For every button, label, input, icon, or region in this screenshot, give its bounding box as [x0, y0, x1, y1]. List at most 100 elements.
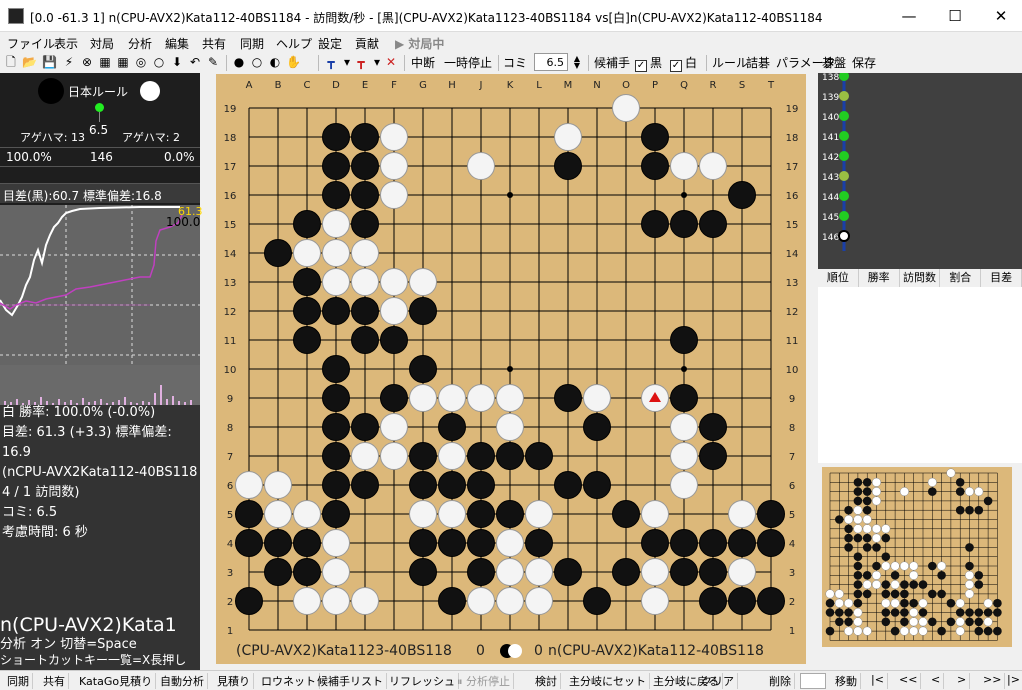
katago-icon[interactable]: ⊗ [80, 55, 94, 69]
window-title: [0.0 -61.3 1] n(CPU-AVX2)Kata112-40BS118… [30, 11, 823, 25]
forward-many-button[interactable]: >> [980, 673, 1006, 689]
move-button[interactable]: 移動 [832, 673, 861, 689]
arrow-down-icon[interactable]: ⬇ [170, 55, 184, 69]
share-button[interactable]: 共有 [40, 673, 69, 689]
menu-view[interactable]: 表示 [54, 35, 78, 52]
white-stone [467, 384, 495, 412]
new-file-icon[interactable]: 🗋 [4, 55, 18, 69]
white-stone [438, 442, 466, 470]
set-main-branch-button[interactable]: 主分岐にセット [566, 673, 650, 689]
pen-icon[interactable]: ✎ [206, 55, 220, 69]
stop-analysis-button[interactable]: ⏸ 分析停止 [454, 673, 514, 689]
sync-button[interactable]: 同期 [4, 673, 33, 689]
back-many-button[interactable]: << [896, 673, 922, 689]
back-button[interactable]: < [928, 673, 945, 689]
hand-icon[interactable]: ✋ [286, 55, 301, 69]
mini-white-stone [937, 561, 947, 571]
board-svg[interactable]: A B C D E F G H J K L M N O P Q R S T19 1918 1817 1716 1615 151… [216, 74, 806, 664]
chart-icon[interactable]: ▦ [98, 55, 112, 69]
mini-black-stone [853, 580, 863, 589]
black-stone [322, 413, 350, 441]
first-button[interactable]: |< [868, 673, 888, 689]
tsumego-button[interactable]: 詰碁 [746, 54, 770, 71]
stone-mix-icon[interactable]: ◐ [268, 55, 282, 69]
candidate-table[interactable] [818, 287, 1022, 463]
black-stone [409, 558, 437, 586]
save-button[interactable]: 保存 [852, 54, 876, 71]
tab-rank[interactable]: 順位 [818, 269, 859, 287]
auto-analysis-button[interactable]: 自動分析 [157, 673, 208, 689]
interrupt-button[interactable]: 中断 [411, 54, 435, 71]
black-checkbox[interactable]: ✓ 黒 [632, 54, 662, 72]
rule-button[interactable]: ルール [712, 54, 748, 71]
candidate-list-button[interactable]: 候補手リスト [314, 673, 387, 689]
black-stone-icon[interactable]: ● [232, 55, 246, 69]
menu-contribute[interactable]: 貢献 [355, 35, 379, 52]
mini-black-stone [835, 515, 844, 524]
tab-winrate[interactable]: 勝率 [859, 269, 900, 287]
back-icon[interactable]: ↶ [188, 55, 202, 69]
info-komi: コミ: 6.5 [2, 505, 58, 520]
refresh-button[interactable]: リフレッシュ [386, 673, 459, 689]
estimate-button[interactable]: 見積り [214, 673, 254, 689]
right-panel: 138 139 140 141 142 143 144 145 146 順位 勝率 訪問数 割合… [818, 71, 1022, 463]
lightning-icon[interactable]: ⚡ [62, 55, 76, 69]
menu-game[interactable]: 対局 [90, 35, 114, 52]
mini-black-stone [853, 552, 863, 561]
black-stone [409, 355, 437, 383]
menu-file[interactable]: ファイル [7, 35, 55, 52]
menu-sync[interactable]: 同期 [240, 35, 264, 52]
minimize-button[interactable]: — [886, 0, 932, 32]
row-label: 5 [789, 510, 795, 521]
move-number-input[interactable] [800, 673, 826, 689]
menu-share[interactable]: 共有 [202, 35, 226, 52]
circle-icon[interactable]: ○ [152, 55, 166, 69]
white-checkbox[interactable]: ✓ 白 [667, 54, 697, 72]
mini-black-stone [983, 626, 993, 636]
cloud-icon[interactable]: ◎ [134, 55, 148, 69]
column-label: C [304, 80, 311, 91]
open-folder-icon[interactable]: 📂 [22, 55, 37, 69]
toolbar-divider [318, 55, 319, 71]
move-number: 144 [822, 193, 839, 203]
katago-estimate-button[interactable]: KataGo見積り [76, 673, 157, 689]
clear-button[interactable]: クリア [698, 673, 738, 689]
chart2-icon[interactable]: ▦ [116, 55, 130, 69]
move-tree-svg[interactable]: 138 139 140 141 142 143 144 145 146 [818, 71, 1022, 269]
close-button[interactable]: ✕ [978, 0, 1022, 32]
menu-help[interactable]: ヘルプ [276, 35, 312, 52]
chevron-down-icon[interactable]: ▾ [370, 55, 384, 69]
mini-white-stone [918, 626, 928, 636]
move-tree[interactable]: 138 139 140 141 142 143 144 145 146 [818, 71, 1022, 271]
white-stone [380, 181, 408, 209]
pause-button[interactable]: 一時停止 [444, 54, 492, 71]
menu-edit[interactable]: 編集 [165, 35, 189, 52]
tab-ratio[interactable]: 割合 [940, 269, 982, 287]
komi-input[interactable] [534, 53, 568, 71]
clear-mark-icon[interactable]: ✕ [384, 55, 398, 69]
last-button[interactable]: |> [1004, 673, 1022, 689]
menu-analysis[interactable]: 分析 [128, 35, 152, 52]
mini-black-stone [983, 496, 993, 506]
menu-settings[interactable]: 設定 [318, 35, 342, 52]
board-button[interactable]: 碁盤 [822, 54, 846, 71]
delete-button[interactable]: 削除 [766, 673, 795, 689]
go-board[interactable]: A B C D E F G H J K L M N O P Q R S T 19 19 18 18 17 17 16 16 15 15 1… [216, 74, 806, 664]
save-icon[interactable]: 💾 [42, 55, 57, 69]
review-button[interactable]: 検討 [532, 673, 561, 689]
tab-visits[interactable]: 訪問数 [900, 269, 941, 287]
black-stone [322, 384, 350, 412]
spinner-icon[interactable]: ▲ ▼ [570, 55, 584, 70]
row-label: 10 [786, 365, 799, 376]
black-stone [670, 558, 698, 586]
lownet-button[interactable]: ロウネット [258, 673, 320, 689]
red-mark-icon[interactable]: ┳ [354, 55, 368, 69]
white-stone-icon[interactable]: ○ [250, 55, 264, 69]
blue-mark-icon[interactable]: ┳ [324, 55, 338, 69]
maximize-button[interactable]: ☐ [932, 0, 978, 32]
forward-button[interactable]: > [954, 673, 971, 689]
chevron-down-icon[interactable]: ▾ [340, 55, 354, 69]
black-stone [467, 442, 495, 470]
tab-score[interactable]: 目差 [981, 269, 1022, 287]
column-label: H [448, 80, 456, 91]
